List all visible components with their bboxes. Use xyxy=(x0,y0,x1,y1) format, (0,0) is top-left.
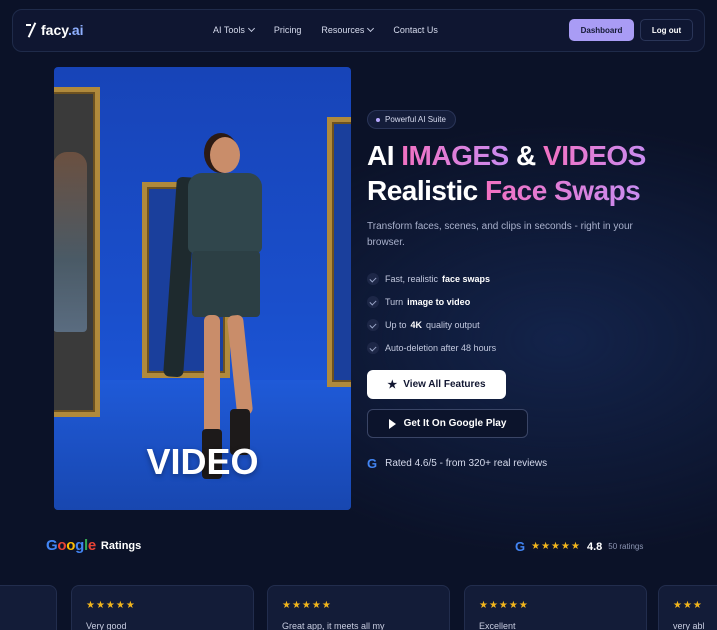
powerful-ai-suite-badge: Powerful AI Suite xyxy=(367,110,456,129)
star-rating-icon: ★★★★★ xyxy=(86,600,136,611)
feature-item: Auto-deletion after 48 hours xyxy=(367,336,504,359)
feature-item: Up to 4K quality output xyxy=(367,313,504,336)
dashboard-button[interactable]: Dashboard xyxy=(569,19,634,41)
check-icon xyxy=(367,318,379,331)
google-logo: Google xyxy=(46,537,96,554)
nav-link-resources[interactable]: Resources xyxy=(321,24,375,35)
play-store-icon xyxy=(388,418,396,429)
review-card-partial[interactable]: ★★★ very abl xyxy=(658,585,717,630)
headline-line-2: Realistic Face Swaps xyxy=(367,175,641,206)
google-score: G ★★★★★ 4.8 50 ratings xyxy=(515,539,643,554)
view-all-features-button[interactable]: ★ View All Features xyxy=(367,370,506,399)
star-rating-icon: ★★★ xyxy=(673,600,703,611)
score-value: 4.8 xyxy=(586,540,603,553)
hero-subtitle: Transform faces, scenes, and clips in se… xyxy=(367,221,633,248)
chevron-down-icon xyxy=(247,24,255,33)
logout-button[interactable]: Log out xyxy=(640,19,693,41)
star-rating-icon: ★★★★★ xyxy=(282,600,332,611)
star-icon: ★ xyxy=(387,379,398,391)
chevron-down-icon xyxy=(367,24,375,33)
nav-link-contact-us[interactable]: Contact Us xyxy=(393,25,438,35)
review-text: Excellent xyxy=(479,621,516,630)
star-rating-icon: ★★★★★ xyxy=(531,541,581,552)
headline-line-1: AI IMAGES & VIDEOS xyxy=(367,140,646,171)
logo[interactable]: facy.ai xyxy=(25,22,84,38)
review-text: very abl xyxy=(673,621,705,630)
gallery-frame-left xyxy=(54,87,100,417)
review-card[interactable]: ★★★★★ Great app, it meets all my xyxy=(267,585,450,630)
hero-headline: AI IMAGES & VIDEOS Realistic Face Swaps xyxy=(367,138,646,208)
review-text: Very good xyxy=(86,621,127,630)
video-overlay-label: VIDEO xyxy=(146,441,259,482)
review-card[interactable]: ★★★★★ Excellent xyxy=(464,585,647,630)
check-icon xyxy=(367,341,379,354)
google-g-icon: G xyxy=(367,456,378,471)
review-text: Great app, it meets all my xyxy=(282,621,385,630)
nav-link-pricing[interactable]: Pricing xyxy=(274,25,302,35)
nav-link-ai-tools[interactable]: AI Tools xyxy=(213,24,255,35)
review-card[interactable]: ★★★★★ Very good xyxy=(71,585,254,630)
portrait-painting xyxy=(54,152,87,332)
dot-icon xyxy=(376,117,380,122)
feature-list: Fast, realistic face swaps Turn image to v… xyxy=(367,267,504,359)
star-rating-icon: ★★★★★ xyxy=(479,600,529,611)
logo-mark-icon xyxy=(25,22,39,38)
feature-item: Fast, realistic face swaps xyxy=(367,267,504,290)
google-g-icon: G xyxy=(515,539,526,554)
hero-video-preview[interactable]: VIDEO xyxy=(54,67,351,510)
check-icon xyxy=(367,295,379,308)
check-icon xyxy=(367,272,379,285)
top-navbar: facy.ai AI Tools Pricing Resources Conta… xyxy=(12,9,705,52)
rating-summary: G Rated 4.6/5 - from 320+ real reviews xyxy=(367,456,548,471)
logo-text: facy.ai xyxy=(41,22,84,38)
google-ratings-title: Google Ratings xyxy=(46,537,142,554)
feature-item: Turn image to video xyxy=(367,290,504,313)
nav-links: AI Tools Pricing Resources Contact Us xyxy=(213,24,438,35)
gallery-frame-right xyxy=(327,117,351,387)
google-play-button[interactable]: Get It On Google Play xyxy=(367,409,528,438)
score-count: 50 ratings xyxy=(608,542,644,551)
review-card-partial[interactable] xyxy=(0,585,57,630)
